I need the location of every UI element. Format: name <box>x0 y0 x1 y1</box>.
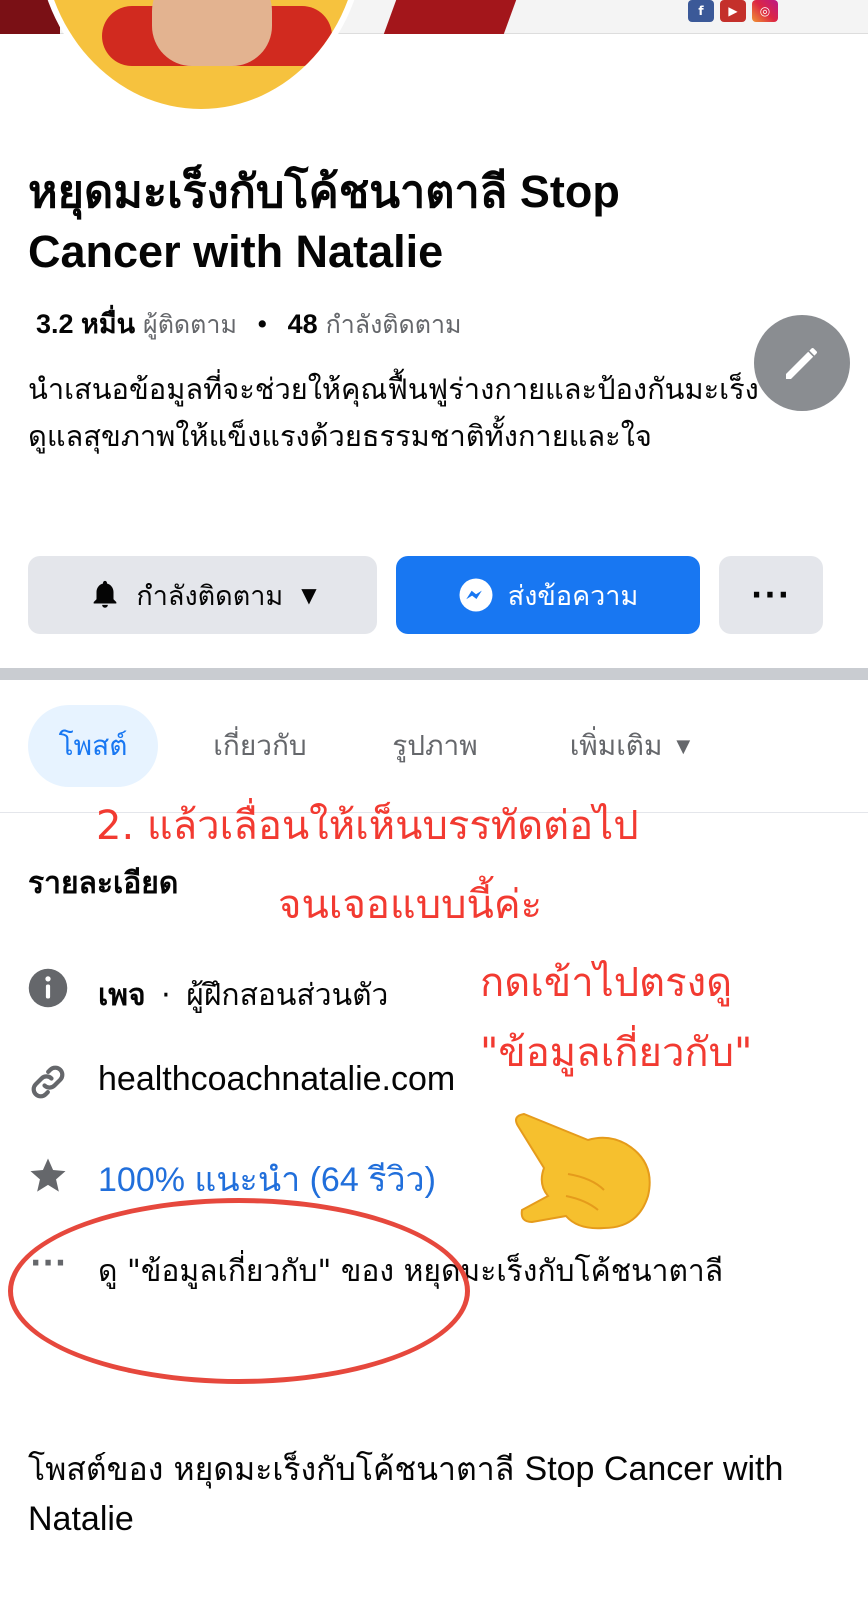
followers-count: 3.2 หมื่น <box>36 309 136 339</box>
send-message-button[interactable]: ส่งข้อความ <box>396 556 700 634</box>
annotation-line-1: 2. แล้วเลื่อนให้เห็นบรรทัดต่อไป <box>96 803 639 849</box>
tab-photos[interactable]: รูปภาพ <box>380 705 490 787</box>
following-button-label: กำลังติดตาม <box>136 580 284 612</box>
tab-about[interactable]: เกี่ยวกับ <box>200 705 320 787</box>
annotation-circle <box>8 1198 470 1384</box>
details-rating-row: 100% แนะนำ (64 รีวิว) <box>0 1152 868 1204</box>
category-type: เพจ <box>98 979 146 1012</box>
profile-photo-hand <box>152 0 272 66</box>
tab-more[interactable]: เพิ่มเติม ▼ <box>550 705 710 787</box>
followers-label: ผู้ติดตาม <box>143 310 237 339</box>
profile-photo <box>42 0 360 109</box>
facebook-icon: f <box>688 0 714 22</box>
tab-label: เกี่ยวกับ <box>213 729 307 762</box>
more-icon: ··· <box>750 577 792 613</box>
star-icon <box>26 1154 70 1198</box>
info-icon <box>26 966 70 1010</box>
annotation-line-2: จนเจอแบบนี้ค่ะ <box>278 882 543 928</box>
page-title: หยุดมะเร็งกับโค้ชนาตาลี Stop Cancer with… <box>28 166 620 277</box>
youtube-icon: ▶ <box>720 0 746 22</box>
following-label: กำลังติดตาม <box>325 310 462 339</box>
pointing-hand-icon <box>515 1112 651 1230</box>
send-message-label: ส่งข้อความ <box>507 580 639 612</box>
section-divider <box>0 668 868 680</box>
tab-posts[interactable]: โพสต์ <box>28 705 158 787</box>
category-value: ผู้ฝึกสอนส่วนตัว <box>186 978 389 1013</box>
profile-picture[interactable] <box>36 0 366 115</box>
more-options-button[interactable]: ··· <box>719 556 823 634</box>
following-button[interactable]: กำลังติดตาม ▼ <box>28 556 377 634</box>
posts-section-title: โพสต์ของ หยุดมะเร็งกับโค้ชนาตาลี Stop Ca… <box>28 1444 828 1544</box>
tab-label: รูปภาพ <box>392 729 478 762</box>
link-icon <box>26 1060 70 1104</box>
page-bio: นำเสนอข้อมูลที่จะช่วยให้คุณฟื้นฟูร่างกาย… <box>28 372 759 453</box>
details-title: รายละเอียด <box>28 867 179 900</box>
follow-stats[interactable]: 3.2 หมื่น ผู้ติดตาม • 48 กำลังติดตาม <box>36 302 462 345</box>
chevron-down-icon: ▼ <box>676 735 691 757</box>
details-website-row: healthcoachnatalie.com <box>0 1058 868 1110</box>
stats-separator: • <box>254 310 270 339</box>
details-category-row: เพจ · ผู้ฝึกสอนส่วนตัว <box>0 966 868 1018</box>
website-link[interactable]: healthcoachnatalie.com <box>98 1060 455 1099</box>
following-count: 48 <box>287 309 318 339</box>
tab-label: โพสต์ <box>58 729 128 762</box>
bell-icon <box>88 578 122 612</box>
tab-label: เพิ่มเติม <box>569 729 663 762</box>
page-tabs: โพสต์ เกี่ยวกับ รูปภาพ เพิ่มเติม ▼ <box>0 705 868 791</box>
edit-button[interactable] <box>754 315 850 411</box>
posts-title-prefix: โพสต์ของ หยุดมะเร็งกับโค้ชนาตาลี <box>28 1450 515 1488</box>
category-separator: · <box>161 978 171 1013</box>
chevron-down-icon: ▼ <box>301 583 317 607</box>
pencil-icon <box>786 347 818 379</box>
cover-decoration <box>383 0 517 34</box>
messenger-icon <box>458 577 494 613</box>
instagram-icon: ◎ <box>752 0 778 22</box>
